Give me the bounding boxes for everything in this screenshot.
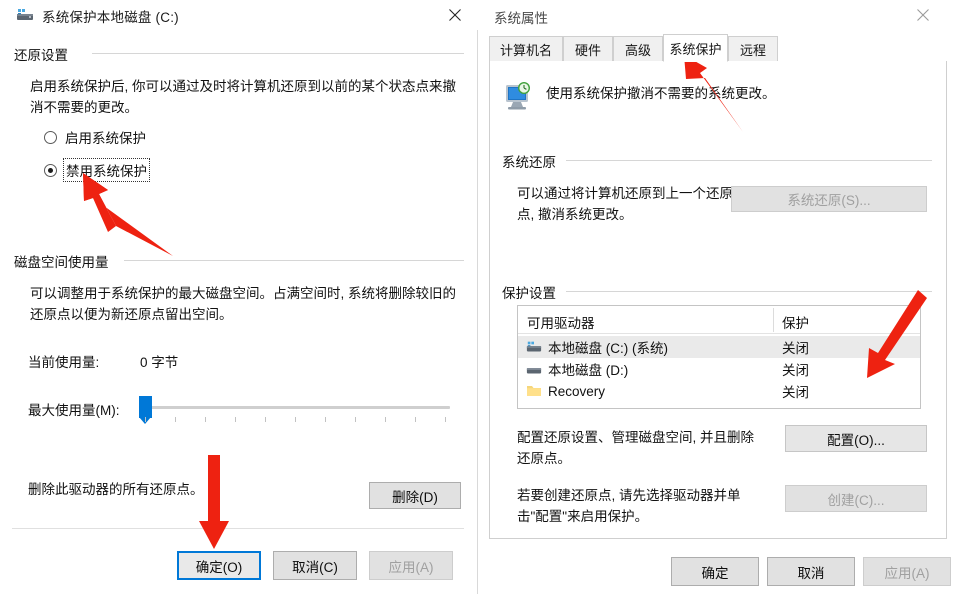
system-properties-window: 系统属性 计算机名 硬件 高级 系统保护 远程 使用系统保护撤消不需要的系统更改… <box>483 0 953 594</box>
radio-label-enable: 启用系统保护 <box>65 131 146 146</box>
restore-settings-group-title: 还原设置 <box>14 48 68 63</box>
tab-remote[interactable]: 远程 <box>728 36 778 62</box>
tab-hardware[interactable]: 硬件 <box>563 36 613 62</box>
restore-settings-description: 启用系统保护后, 你可以通过及时将计算机还原到以前的某个状态点来撤消不需要的更改… <box>30 79 457 115</box>
current-usage-label: 当前使用量: <box>28 355 100 370</box>
panel-header-text: 使用系统保护撤消不需要的系统更改。 <box>546 86 776 101</box>
disk-usage-group-title: 磁盘空间使用量 <box>14 255 109 270</box>
disk-usage-description: 可以调整用于系统保护的最大磁盘空间。占满空间时, 系统将删除较旧的还原点以便为新… <box>30 286 457 322</box>
arrow-to-disable-protection-radio <box>83 173 173 256</box>
drive-name: 本地磁盘 (C:) (系统) <box>548 341 668 356</box>
ok-button[interactable]: 确定 <box>671 557 759 586</box>
folder-icon <box>526 384 542 398</box>
left-dialog-titlebar: 系统保护本地磁盘 (C:) <box>0 0 478 30</box>
group-divider <box>124 260 464 261</box>
create-restore-point-description: 若要创建还原点, 请先选择驱动器并单击"配置"来启用保护。 <box>517 488 741 524</box>
system-protection-drive-dialog: 系统保护本地磁盘 (C:) 还原设置 启用系统保护后, 你可以通过及时将计算机还… <box>0 0 478 594</box>
max-usage-slider-track[interactable] <box>140 406 450 409</box>
radio-mark-enable <box>44 130 57 144</box>
system-protection-panel: 使用系统保护撤消不需要的系统更改。 系统还原 可以通过将计算机还原到上一个还原点… <box>489 61 947 539</box>
tabstrip: 计算机名 硬件 高级 系统保护 远程 <box>489 34 947 62</box>
tab-computer-name[interactable]: 计算机名 <box>489 36 563 62</box>
apply-button: 应用(A) <box>369 551 453 580</box>
footer-divider <box>12 528 464 529</box>
drive-protection-status: 关闭 <box>782 341 809 356</box>
system-restore-button: 系统还原(S)... <box>731 186 927 212</box>
protection-settings-group-header: 保护设置 <box>502 282 932 301</box>
group-divider <box>92 53 464 54</box>
table-row[interactable]: 本地磁盘 (C:) (系统) 关闭 <box>518 336 920 358</box>
system-restore-group-title: 系统还原 <box>502 155 556 170</box>
right-window-titlebar: 系统属性 <box>483 0 953 30</box>
delete-button[interactable]: 删除(D) <box>369 482 461 509</box>
ok-button[interactable]: 确定(O) <box>177 551 261 580</box>
drive-protection-status: 关闭 <box>782 363 809 378</box>
system-restore-group-header: 系统还原 <box>502 151 932 170</box>
radio-mark-disable <box>44 163 57 177</box>
group-divider <box>566 160 932 161</box>
right-window-title: 系统属性 <box>494 11 548 26</box>
max-usage-label: 最大使用量(M): <box>28 403 120 418</box>
radio-label-disable: 禁用系统保护 <box>63 158 150 182</box>
radio-disable-system-protection[interactable]: 禁用系统保护 <box>44 158 150 182</box>
hard-drive-icon <box>16 8 34 22</box>
column-header-drive: 可用驱动器 <box>527 316 595 331</box>
column-divider <box>773 308 774 332</box>
group-divider <box>566 291 932 292</box>
drive-list[interactable]: 可用驱动器 保护 本地磁盘 (C:) (系统) 关闭 本地磁盘 (D:) 关闭 … <box>517 305 921 409</box>
table-row[interactable]: 本地磁盘 (D:) 关闭 <box>518 358 920 380</box>
cancel-button[interactable]: 取消(C) <box>273 551 357 580</box>
hard-drive-system-icon <box>526 340 542 354</box>
drive-name: 本地磁盘 (D:) <box>548 363 629 378</box>
radio-enable-system-protection[interactable]: 启用系统保护 <box>44 127 146 147</box>
configure-button[interactable]: 配置(O)... <box>785 425 927 452</box>
configure-description: 配置还原设置、管理磁盘空间, 并且删除还原点。 <box>517 430 755 466</box>
current-usage-value: 0 字节 <box>140 355 179 370</box>
drive-list-header: 可用驱动器 保护 <box>518 306 920 334</box>
max-usage-slider-thumb[interactable] <box>139 396 152 424</box>
restore-settings-group-header: 还原设置 <box>14 44 464 63</box>
protection-settings-group-title: 保护设置 <box>502 286 556 301</box>
hard-drive-icon <box>526 362 542 376</box>
tab-system-protection[interactable]: 系统保护 <box>663 34 728 62</box>
close-icon[interactable] <box>908 0 938 30</box>
drive-protection-status: 关闭 <box>782 385 809 400</box>
arrow-to-ok-button <box>199 455 229 549</box>
tab-advanced[interactable]: 高级 <box>613 36 663 62</box>
watermark <box>795 538 945 564</box>
left-dialog-title: 系统保护本地磁盘 (C:) <box>42 10 179 25</box>
column-header-protection: 保护 <box>782 316 809 331</box>
table-row[interactable]: Recovery 关闭 <box>518 380 920 402</box>
disk-usage-group-header: 磁盘空间使用量 <box>14 251 464 270</box>
system-restore-description: 可以通过将计算机还原到上一个还原点, 撤消系统更改。 <box>517 186 733 222</box>
drive-name: Recovery <box>548 383 606 399</box>
delete-restore-points-description: 删除此驱动器的所有还原点。 <box>28 482 204 497</box>
create-button: 创建(C)... <box>785 485 927 512</box>
computer-restore-icon <box>500 81 534 116</box>
close-icon[interactable] <box>440 0 470 30</box>
